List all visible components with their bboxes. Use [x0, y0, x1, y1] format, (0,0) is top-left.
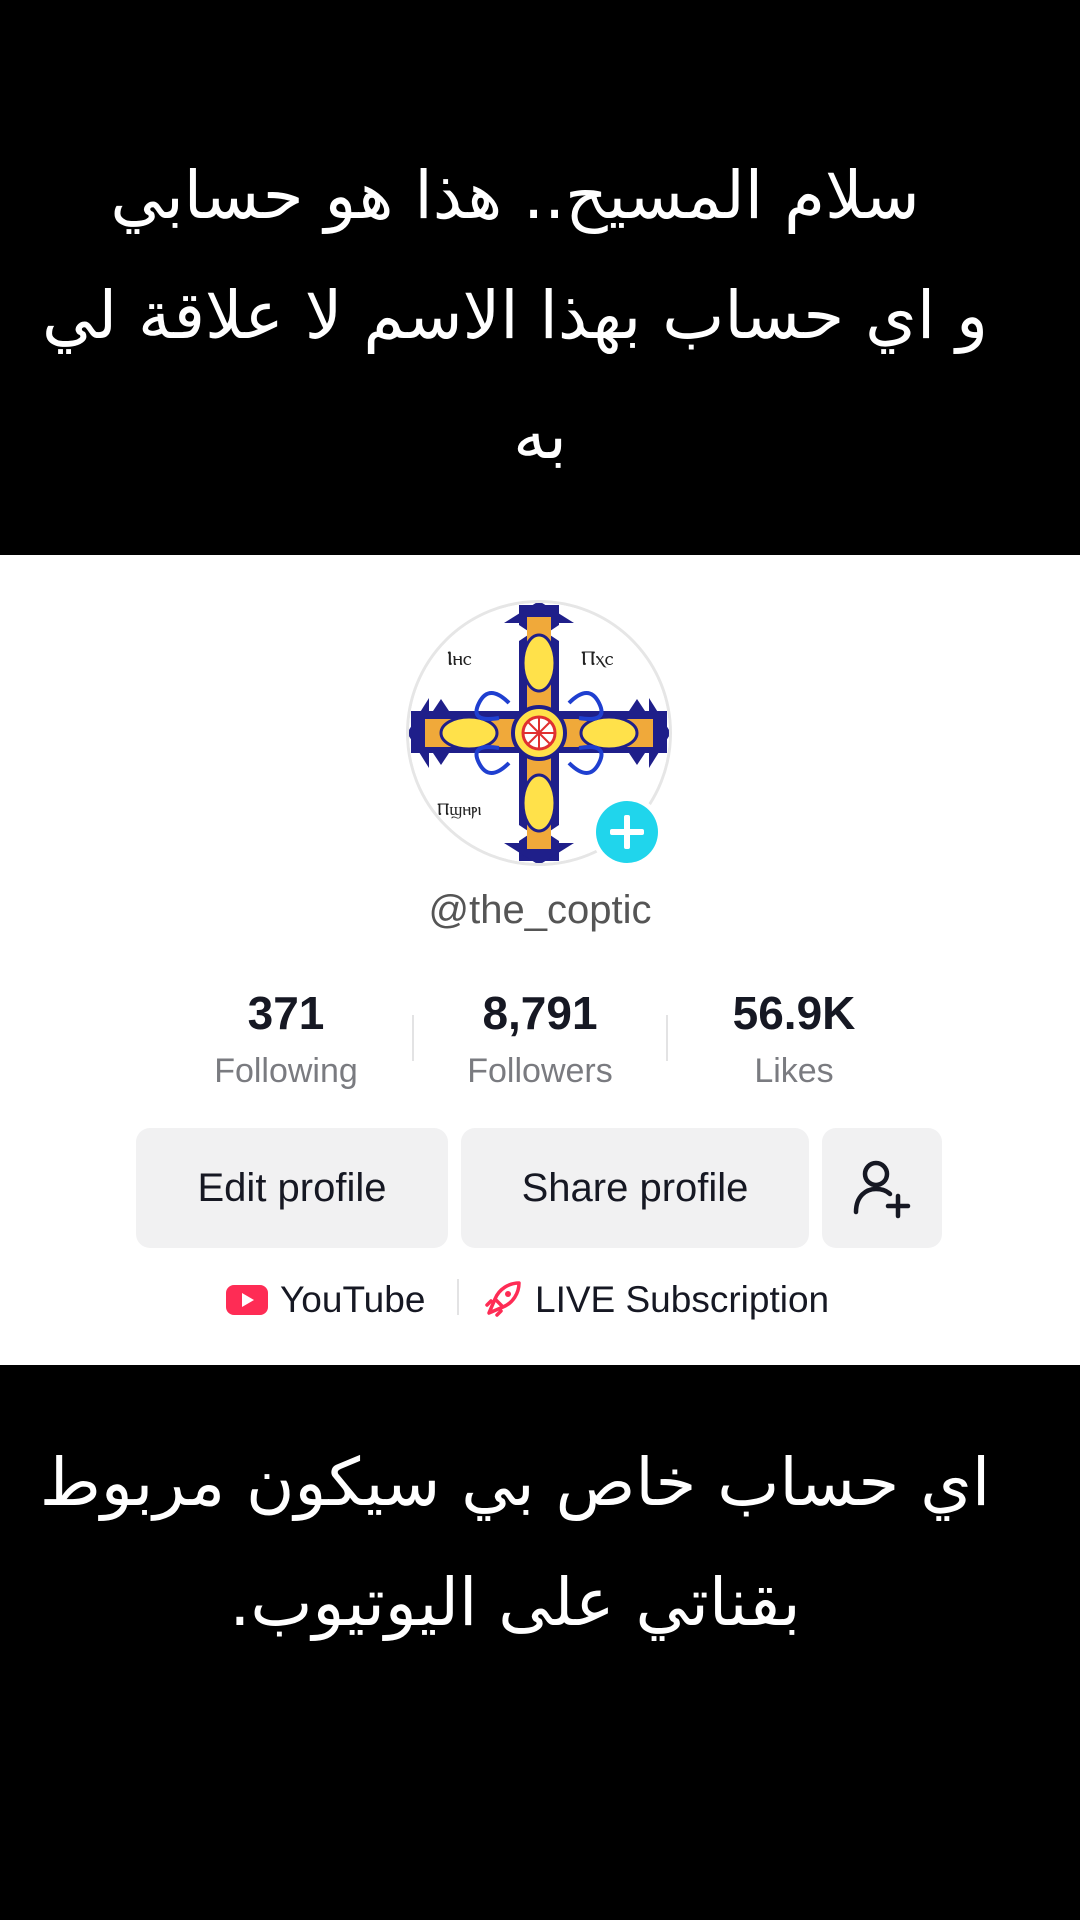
edit-profile-button[interactable]: Edit profile [136, 1128, 448, 1248]
youtube-icon [226, 1285, 268, 1315]
youtube-link[interactable]: YouTube [226, 1270, 425, 1330]
link-divider [457, 1279, 459, 1315]
add-friend-button[interactable] [822, 1128, 942, 1248]
top-caption-line-1: سلام المسيح.. هذا هو حسابي [110, 157, 920, 234]
avatar-text-tr: Ⲡⲭⲥ [581, 646, 614, 670]
stat-likes[interactable]: 56.9K Likes [674, 985, 914, 1091]
share-profile-label: Share profile [521, 1165, 749, 1210]
avatar-text-tl: Ⲓⲏⲥ [447, 646, 472, 670]
stats-row: 371 Following 8,791 Followers 56.9K Like… [0, 985, 1080, 1095]
add-story-button[interactable] [591, 796, 663, 868]
live-subscription-link[interactable]: LIVE Subscription [481, 1270, 829, 1330]
following-label: Following [214, 1052, 358, 1090]
bottom-caption-line-2: بقناتي على اليوتيوب. [229, 1564, 801, 1641]
username: @the_coptic [428, 888, 652, 932]
stat-divider [666, 1015, 668, 1061]
add-user-icon [853, 1160, 911, 1219]
stat-divider [412, 1015, 414, 1061]
live-subscription-icon [485, 1281, 521, 1317]
top-caption-line-2: و اي حساب بهذا الاسم لا علاقة لي [41, 277, 989, 354]
top-caption-line-3: به [513, 397, 567, 474]
bottom-caption-banner: اي حساب خاص بي سيكون مربوط بقناتي على ال… [0, 1365, 1080, 1920]
followers-count: 8,791 [482, 987, 598, 1039]
likes-label: Likes [754, 1052, 834, 1090]
plus-icon [610, 815, 644, 849]
share-profile-button[interactable]: Share profile [461, 1128, 809, 1248]
links-row: YouTube LIVE Subscription [0, 1270, 1080, 1330]
bottom-caption-line-1: اي حساب خاص بي سيكون مربوط [39, 1444, 991, 1521]
profile-card: Ⲓⲏⲥ Ⲡⲭⲥ Ⲡϣⲏⲣⲓ @the_coptic 371 Following … [0, 555, 1080, 1365]
stat-followers[interactable]: 8,791 Followers [420, 985, 660, 1091]
likes-count: 56.9K [732, 987, 856, 1039]
following-count: 371 [247, 987, 325, 1039]
stat-following[interactable]: 371 Following [166, 985, 406, 1091]
top-caption-banner: سلام المسيح.. هذا هو حسابي و اي حساب بهذ… [0, 0, 1080, 555]
youtube-label: YouTube [280, 1279, 426, 1320]
followers-label: Followers [467, 1052, 613, 1090]
edit-profile-label: Edit profile [197, 1165, 387, 1210]
avatar-text-bl: Ⲡϣⲏⲣⲓ [437, 800, 482, 820]
live-subscription-label: LIVE Subscription [535, 1279, 830, 1320]
